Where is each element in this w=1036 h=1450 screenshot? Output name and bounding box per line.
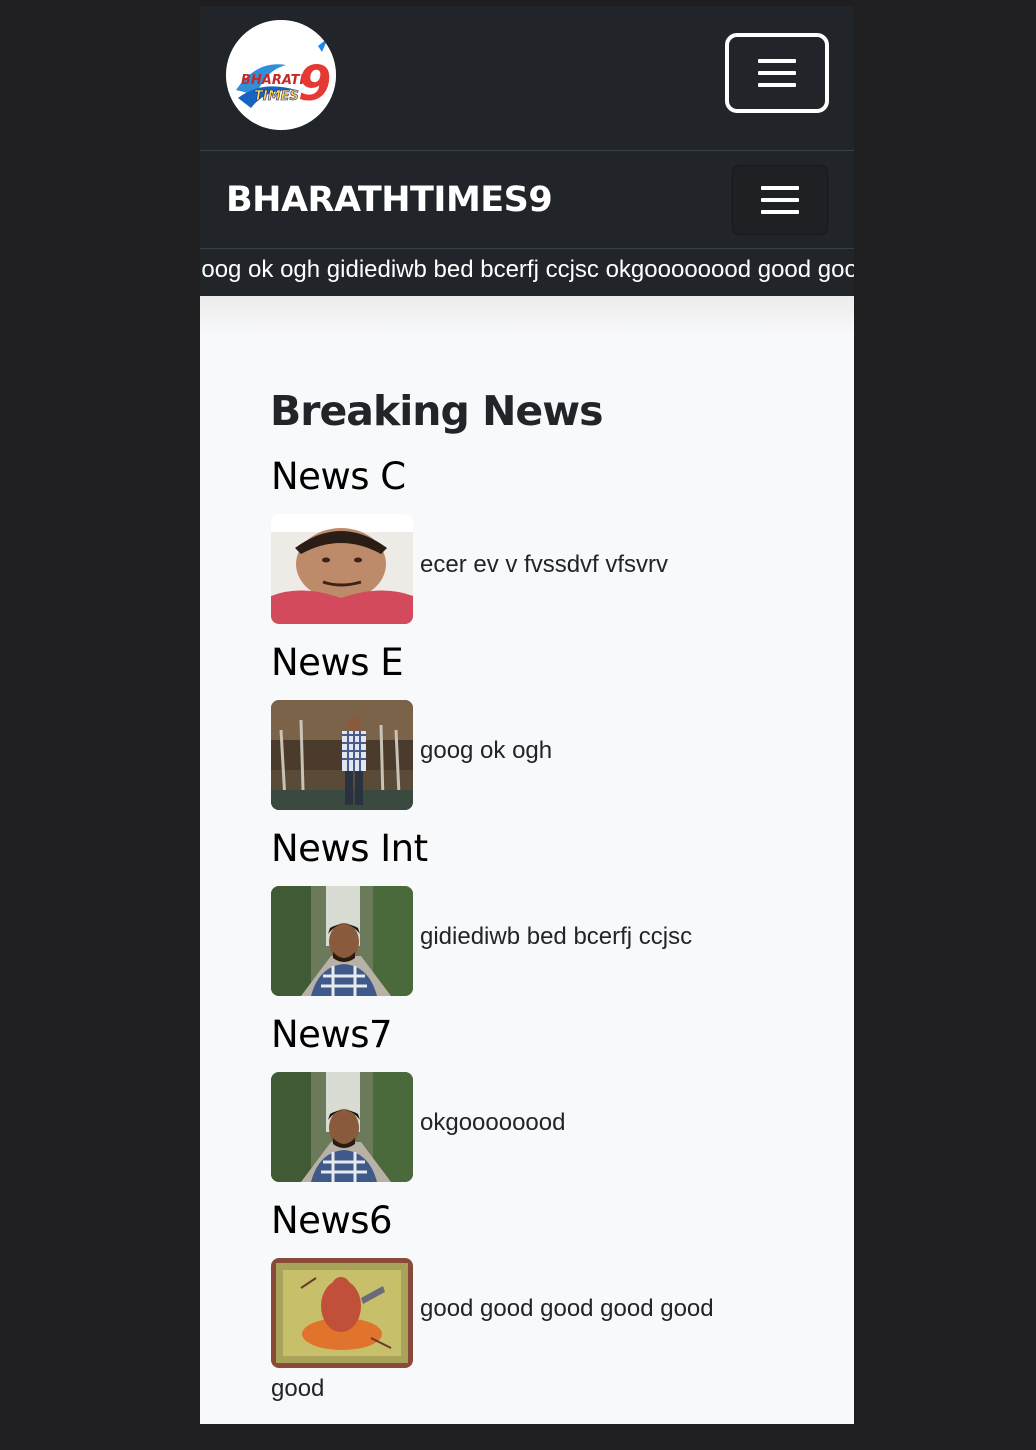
news-summary: good good good good good <box>420 1295 714 1322</box>
brand-name[interactable]: BHARATHTIMES9 <box>226 179 553 221</box>
news-heading[interactable]: News7 <box>271 1010 831 1072</box>
news-item[interactable]: News E goog ok ogh <box>271 638 831 824</box>
news-item[interactable]: News7 okgoooooood <box>271 1010 831 1196</box>
news-ticker: goog ok ogh gidiediwb bed bcerfj ccjsc o… <box>200 249 854 296</box>
ticker-text: goog ok ogh gidiediwb bed bcerfj ccjsc o… <box>200 256 854 283</box>
brand-logo[interactable]: BHARATH TIMES 9 <box>226 20 336 130</box>
news-summary: goog ok ogh <box>420 737 553 764</box>
navbar-toggle-button[interactable] <box>732 165 828 235</box>
news-summary: gidiediwb bed bcerfj ccjsc <box>420 923 693 950</box>
news-item[interactable]: News C ecer ev v fvssdvf vfsvrv <box>271 452 831 638</box>
logo-numeral: 9 <box>298 56 331 112</box>
hamburger-menu-icon <box>758 59 796 87</box>
news-thumbnail[interactable] <box>271 700 413 810</box>
section-title: Breaking News <box>270 387 603 435</box>
news-heading[interactable]: News C <box>271 452 831 514</box>
news-item[interactable]: News Int gidiediwb bed bcerfj ccjsc <box>271 824 831 1010</box>
news-summary: okgoooooood <box>420 1109 566 1136</box>
news-heading[interactable]: News Int <box>271 824 831 886</box>
app-viewport: BHARATH TIMES 9 BHARATHTIMES9 goog ok og… <box>200 6 854 1424</box>
news-thumbnail[interactable] <box>271 1072 413 1182</box>
news-heading[interactable]: News6 <box>271 1196 831 1258</box>
news-heading[interactable]: News E <box>271 638 831 700</box>
top-header: BHARATH TIMES 9 <box>200 6 854 151</box>
logo-graphic: BHARATH TIMES 9 <box>226 20 336 130</box>
top-menu-button[interactable] <box>725 33 829 113</box>
news-summary: ecer ev v fvssdvf vfsvrv <box>420 551 669 578</box>
news-list: News C ecer ev v fvssdvf vfsvrv News E g… <box>271 452 831 1382</box>
news-item[interactable]: News6 good good good good good <box>271 1196 831 1382</box>
news-thumbnail[interactable] <box>271 514 413 624</box>
hamburger-menu-icon <box>761 186 799 214</box>
news-thumbnail[interactable] <box>271 1258 413 1368</box>
logo-text-bottom: TIMES <box>254 89 299 104</box>
news-summary-overflow: good <box>271 1375 325 1402</box>
news-thumbnail[interactable] <box>271 886 413 996</box>
content-top-shadow <box>200 296 854 336</box>
brand-navbar: BHARATHTIMES9 <box>200 151 854 249</box>
